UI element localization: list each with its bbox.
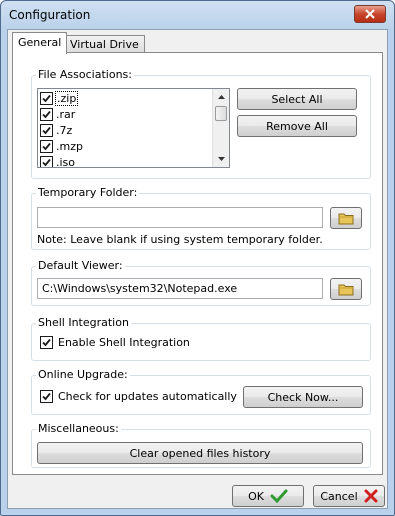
online-upgrade-label: Online Upgrade: xyxy=(36,368,130,382)
temporary-folder-input[interactable] xyxy=(37,207,323,228)
list-item[interactable]: .iso xyxy=(40,154,76,168)
chevron-up-icon xyxy=(217,95,225,99)
check-updates-option[interactable]: Check for updates automatically xyxy=(40,390,237,403)
file-associations-group: File Associations: .zip .rar .7z .mzp .i… xyxy=(31,68,371,179)
remove-all-button[interactable]: Remove All xyxy=(237,115,357,137)
general-tab-panel: File Associations: .zip .rar .7z .mzp .i… xyxy=(12,52,383,475)
default-viewer-input[interactable]: C:\Windows\system32\Notepad.exe xyxy=(37,278,323,299)
list-item-label: .mzp xyxy=(56,139,83,153)
tab-general[interactable]: General xyxy=(12,32,68,54)
temporary-folder-label: Temporary Folder: xyxy=(36,186,140,200)
scroll-up-arrow[interactable] xyxy=(213,89,229,105)
ok-label: OK xyxy=(248,489,264,503)
cancel-x-icon xyxy=(364,489,378,503)
zip-checkbox[interactable] xyxy=(40,91,53,105)
ok-button[interactable]: OK xyxy=(232,485,304,507)
browse-default-viewer-button[interactable] xyxy=(330,278,362,300)
list-scrollbar[interactable] xyxy=(212,89,229,167)
shell-integration-label: Shell Integration xyxy=(36,316,131,330)
temporary-folder-note: Note: Leave blank if using system tempor… xyxy=(37,233,323,246)
enable-shell-integration-label: Enable Shell Integration xyxy=(58,336,190,349)
check-now-button[interactable]: Check Now... xyxy=(243,386,363,408)
configuration-window: Configuration General Virtual Drive File… xyxy=(0,0,395,516)
folder-icon xyxy=(338,284,354,295)
chevron-down-icon xyxy=(217,157,225,161)
browse-temporary-folder-button[interactable] xyxy=(330,207,362,229)
file-associations-label: File Associations: xyxy=(36,68,134,82)
enable-shell-integration-checkbox[interactable] xyxy=(40,336,53,349)
scroll-down-arrow[interactable] xyxy=(213,151,229,167)
close-button[interactable] xyxy=(354,5,386,23)
tab-general-label: General xyxy=(18,36,62,49)
mzp-checkbox[interactable] xyxy=(40,139,53,153)
title-bar[interactable]: Configuration xyxy=(1,1,394,29)
checkmark-icon xyxy=(42,338,51,347)
window-title: Configuration xyxy=(9,8,91,22)
tab-virtual-drive-label: Virtual Drive xyxy=(70,38,139,51)
checkmark-icon xyxy=(270,489,288,503)
list-item[interactable]: .zip xyxy=(40,90,79,106)
scroll-thumb[interactable] xyxy=(215,106,227,121)
checkmark-icon xyxy=(42,158,51,166)
list-item[interactable]: .rar xyxy=(40,106,75,122)
folder-icon xyxy=(338,213,354,224)
list-item[interactable]: .7z xyxy=(40,122,72,138)
temporary-folder-group: Temporary Folder: Note: Leave blank if u… xyxy=(31,186,371,250)
list-item-label: .zip xyxy=(54,90,79,106)
list-item-label: .rar xyxy=(56,107,76,121)
cancel-button[interactable]: Cancel xyxy=(313,485,385,507)
list-item[interactable]: .mzp xyxy=(40,138,83,154)
default-viewer-label: Default Viewer: xyxy=(36,259,125,273)
miscellaneous-label: Miscellaneous: xyxy=(36,422,121,436)
dialog-client: General Virtual Drive File Associations:… xyxy=(7,29,388,509)
tab-virtual-drive[interactable]: Virtual Drive xyxy=(64,35,145,53)
cancel-label: Cancel xyxy=(320,489,358,503)
check-updates-checkbox[interactable] xyxy=(40,390,53,403)
checkmark-icon xyxy=(42,94,51,102)
checkmark-icon xyxy=(42,110,51,118)
enable-shell-integration-option[interactable]: Enable Shell Integration xyxy=(40,336,190,349)
rar-checkbox[interactable] xyxy=(40,107,53,121)
shell-integration-group: Shell Integration Enable Shell Integrati… xyxy=(31,316,371,361)
iso-checkbox[interactable] xyxy=(40,155,53,167)
list-item-label: .iso xyxy=(56,155,76,168)
list-item-label: .7z xyxy=(56,123,73,137)
checkmark-icon xyxy=(42,126,51,134)
checkmark-icon xyxy=(42,142,51,150)
check-updates-label: Check for updates automatically xyxy=(58,390,237,403)
file-associations-list[interactable]: .zip .rar .7z .mzp .iso xyxy=(37,88,230,168)
7z-checkbox[interactable] xyxy=(40,123,53,137)
default-viewer-group: Default Viewer: C:\Windows\system32\Note… xyxy=(31,259,371,306)
select-all-button[interactable]: Select All xyxy=(237,88,357,110)
clear-history-button[interactable]: Clear opened files history xyxy=(37,442,363,464)
miscellaneous-group: Miscellaneous: Clear opened files histor… xyxy=(31,422,371,468)
close-icon xyxy=(365,9,375,19)
checkmark-icon xyxy=(42,392,51,401)
online-upgrade-group: Online Upgrade: Check for updates automa… xyxy=(31,368,371,415)
